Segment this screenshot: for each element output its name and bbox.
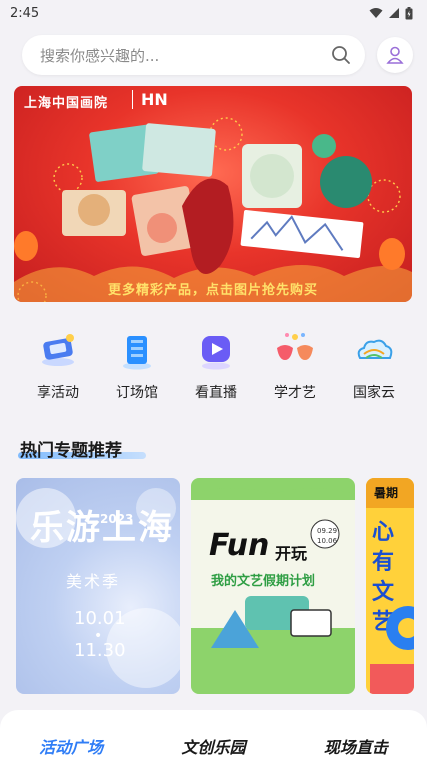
card-year: 2023 <box>100 512 134 526</box>
banner-artwork <box>14 117 412 302</box>
topic-card-shanghai-art[interactable]: 乐游上海 2023 美术季 10.01 • 11.30 <box>16 478 180 694</box>
quick-link-label: 享活动 <box>37 385 79 401</box>
card-date-end: 11.30 <box>74 640 126 661</box>
wifi-icon <box>369 8 383 18</box>
card-title-cn: 开玩 <box>275 544 308 563</box>
quick-link-label: 学才艺 <box>274 385 316 401</box>
quick-link-live[interactable]: 看直播 <box>178 328 254 402</box>
tab-creative-park[interactable]: 文创乐园 <box>181 734 245 758</box>
card-title-en: Fun <box>209 528 270 563</box>
event-icon <box>35 328 81 372</box>
signal-icon <box>389 8 399 18</box>
card-subtitle: 我的文艺假期计划 <box>211 574 316 589</box>
mask-icon <box>272 328 318 372</box>
tab-activity-plaza[interactable]: 活动广场 <box>39 734 103 758</box>
quick-links: 享活动 订场馆 看直播 学才艺 国家云 <box>14 328 412 402</box>
card-artwork <box>370 606 414 694</box>
battery-icon <box>405 6 413 19</box>
card-date-start: 10.01 <box>74 608 126 629</box>
quick-link-national-cloud[interactable]: 国家云 <box>336 328 412 402</box>
promo-banner[interactable]: 上海中国画院 HN 更多精彩产品，点击图片抢先购买 <box>14 86 412 302</box>
topic-card-summer[interactable]: 暑期 心有文艺 <box>366 478 414 694</box>
quick-link-venues[interactable]: 订场馆 <box>99 328 175 402</box>
banner-caption: 更多精彩产品，点击图片抢先购买 <box>107 283 318 298</box>
tab-live-scene[interactable]: 现场直击 <box>324 734 388 758</box>
topic-cards: 乐游上海 2023 美术季 10.01 • 11.30 Fun 开玩 我的文艺假… <box>16 478 427 694</box>
card-date-badge: 09.29 10.06 <box>317 526 337 546</box>
status-bar: 2:45 <box>0 0 427 26</box>
quick-link-label: 看直播 <box>195 385 237 401</box>
card-subtitle: 美术季 <box>66 572 121 591</box>
quick-link-label: 国家云 <box>353 385 395 401</box>
topic-card-fun-holiday[interactable]: Fun 开玩 我的文艺假期计划 09.29 10.06 <box>191 478 355 694</box>
quick-link-events[interactable]: 享活动 <box>20 328 96 402</box>
card-date-end: 10.06 <box>317 537 338 545</box>
card-date-start: 09.29 <box>317 527 338 535</box>
status-icons <box>369 6 413 20</box>
user-icon <box>386 46 404 64</box>
search-icon[interactable] <box>331 45 351 65</box>
section-title: 热门专题推荐 <box>20 441 122 461</box>
building-icon <box>114 328 160 372</box>
user-avatar-button[interactable] <box>377 37 413 73</box>
bottom-tab-bar: 活动广场 文创乐园 现场直击 <box>0 710 427 760</box>
quick-link-label: 订场馆 <box>116 385 158 401</box>
search-input[interactable]: 搜索你感兴趣的... <box>40 45 331 66</box>
status-time: 2:45 <box>10 5 40 21</box>
play-icon <box>193 328 239 372</box>
cloud-icon <box>351 328 397 372</box>
quick-link-arts[interactable]: 学才艺 <box>257 328 333 402</box>
search-box[interactable]: 搜索你感兴趣的... <box>22 35 365 75</box>
search-row: 搜索你感兴趣的... <box>0 26 427 78</box>
